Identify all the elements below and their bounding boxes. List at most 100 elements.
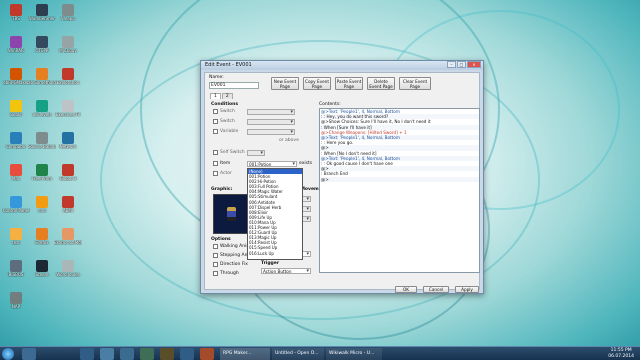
event-commands-list[interactable]: @>Text: 'People1', 4, Normal, Bottom : :… [319,108,480,273]
walking-anim-checkbox[interactable] [213,244,218,249]
graphic-preview[interactable] [213,194,248,234]
desktop-icon[interactable]: Bookf [2,100,30,126]
desktop-icon[interactable]: Network [54,132,82,158]
desktop-icon[interactable]: Source Balancing [28,132,56,158]
desktop-icon-image [62,228,74,240]
character-sprite [227,207,236,221]
desktop-icon[interactable]: Steam [28,260,56,286]
item-label: Item [220,161,231,166]
desktop-icon[interactable]: BISBUS [2,260,30,286]
desktop-icon[interactable]: OTCPR [28,36,56,62]
desktop-icon[interactable]: Mac [2,164,30,190]
switch-1-select[interactable] [247,109,295,115]
event-name-input[interactable]: EV001 [209,82,259,89]
desktop-icon[interactable]: Computer [2,132,30,158]
desktop-icon-label: WinRAR [8,48,24,53]
tab-page-2[interactable]: 2 [221,93,233,99]
taskbar-chrome-icon[interactable] [100,348,114,360]
self-switch-checkbox[interactable] [213,150,218,155]
desktop-icon[interactable]: Global 3 [54,164,82,190]
taskbar-firefox-icon[interactable] [200,348,214,360]
taskbar-folder-icon[interactable] [80,348,94,360]
desktop-icon[interactable]: ABMI [54,196,82,222]
trigger-select[interactable]: Action Button [261,268,311,274]
desktop-icon-image [10,260,22,272]
contents-title: Contents: [319,102,341,107]
stepping-anim-checkbox[interactable] [213,253,218,258]
desktop-icon[interactable]: Control Panel [2,196,30,222]
switch-2-checkbox[interactable] [213,119,218,124]
desktop-icon-label: Computer [6,144,26,149]
new-event-page-button[interactable]: New Event Page [271,77,299,90]
desktop-icon[interactable]: Workbenmer [28,4,56,30]
delete-event-page-button[interactable]: Delete Event Page [367,77,395,90]
direction-fix-checkbox[interactable] [213,262,218,267]
tab-page-1[interactable]: 1 [210,93,221,99]
switch-2-select[interactable] [247,119,295,125]
desktop-icon[interactable]: ulk levels [28,100,56,126]
item-dropdown-list[interactable]: (None) 001:Potion 002:Hi-Potion 003:Full Po… [247,168,303,260]
desktop-icon[interactable]: Exercises Fil [54,100,82,126]
desktop-icon[interactable]: Weapp [54,4,82,30]
clear-event-page-button[interactable]: Clear Event Page [399,77,431,90]
item-checkbox[interactable] [213,161,218,166]
desktop-icon[interactable]: Firefox [28,228,56,254]
minimize-button[interactable]: – [447,61,456,68]
taskbar-game-icon[interactable] [140,348,154,360]
self-switch-label: Self Switch [220,150,245,155]
taskbar-media-icon[interactable] [120,348,134,360]
item-select[interactable]: 001:Potion [247,161,297,167]
desktop-icon[interactable]: test [2,228,30,254]
taskbar-clock[interactable]: 11:55 PM 06.07.2014 [608,348,634,360]
desktop-icon[interactable]: NAP [2,292,30,318]
apply-button[interactable]: Apply [455,286,479,293]
switch-1-checkbox[interactable] [213,109,218,114]
desktop-icon-label: ulk levels [32,112,52,117]
desktop-icon[interactable]: WinRAR [2,36,30,62]
actor-checkbox[interactable] [213,171,218,176]
close-button[interactable]: ✕ [467,61,481,68]
desktop-icon-label: Control Panel [2,208,30,213]
desktop-icon-label: Exotics to Mother [54,240,82,245]
desktop-icon[interactable]: ab Something [28,68,56,94]
window-titlebar[interactable]: Edit Event - EV001 – □ ✕ [201,61,483,70]
cancel-button[interactable]: Cancel [423,286,449,293]
maximize-button[interactable]: □ [457,61,466,68]
ok-button[interactable]: OK [395,286,417,293]
taskbar-app-icon[interactable] [160,348,174,360]
variable-select[interactable] [247,129,295,135]
desktop-icon-label: BISBUS [8,272,24,277]
copy-event-page-button[interactable]: Copy Event Page [303,77,331,90]
paste-event-page-button[interactable]: Paste Event Page [335,77,363,90]
desktop-icon[interactable]: ebRPGMaker [2,68,30,94]
desktop-icon-label: Firefox [35,240,49,245]
desktop-icon[interactable]: MyDiggy [54,36,82,62]
desktop-icon[interactable]: TBS [2,4,30,30]
trigger-select-value: Action Button [263,269,292,274]
desktop-icon-image [10,132,22,144]
item-dropdown-option[interactable]: 016:Luck Up [248,251,302,256]
desktop-icon[interactable]: Exotics to Mother [54,228,82,254]
trigger-title: Trigger [261,261,280,266]
taskbar-rpgmaker-item[interactable]: RPG Maker... [220,348,270,360]
desktop-icon-image [10,228,22,240]
desktop-icon[interactable]: Word Joules [54,260,82,286]
desktop-icon-image [62,164,74,176]
desktop-icon[interactable]: mnt [28,196,56,222]
taskbar-explorer-icon[interactable] [22,348,36,360]
desktop-icon[interactable]: Free Prom [28,164,56,190]
variable-checkbox[interactable] [213,129,218,134]
desktop-icon-label: ebRPGMaker [3,80,29,85]
start-button[interactable] [2,348,14,360]
through-checkbox[interactable] [213,271,218,276]
taskbar: RPG Maker... Untitled - Open O... Wikiwa… [0,346,640,360]
desktop-icon-image [62,196,74,208]
taskbar-word-icon[interactable] [180,348,194,360]
event-command-line[interactable]: @> [320,176,479,182]
desktop-icon[interactable]: Exploration [54,68,82,94]
desktop-icon-image [36,164,48,176]
self-switch-select[interactable] [247,150,265,156]
desktop-icon-image [36,68,48,80]
taskbar-untitled-item[interactable]: Untitled - Open O... [272,348,324,360]
taskbar-wiki-item[interactable]: Wikiwalk Micro - U... [326,348,382,360]
